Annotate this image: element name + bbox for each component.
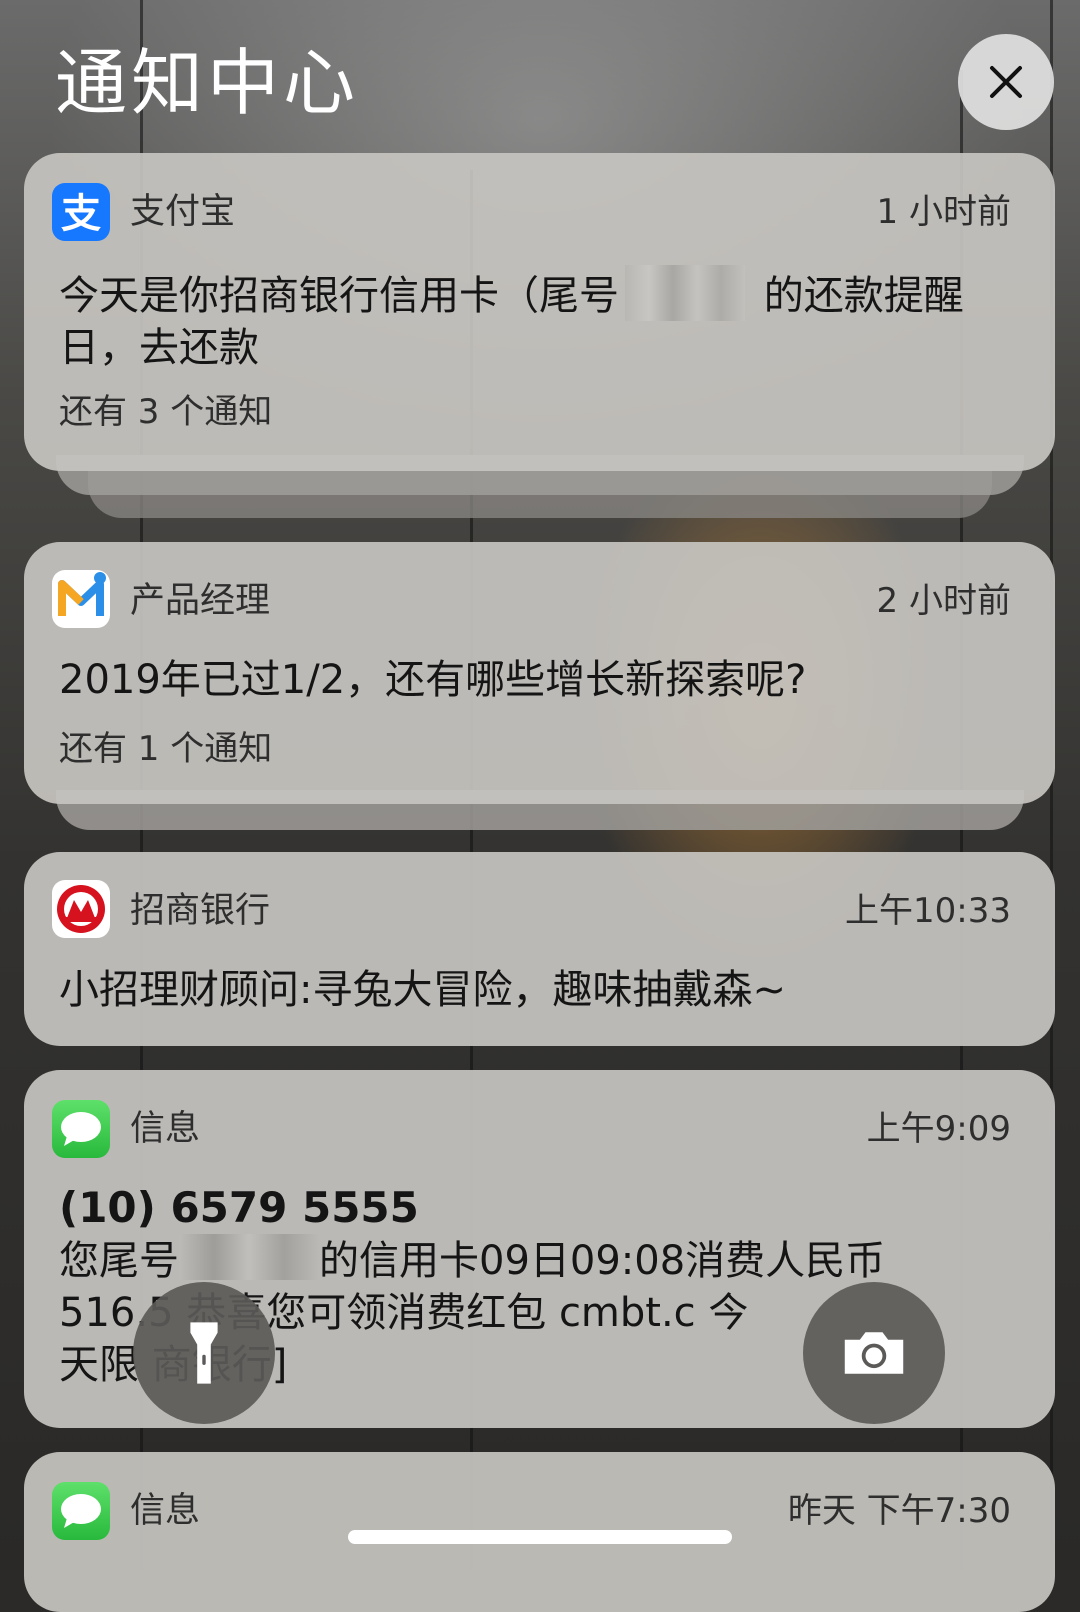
cmb-icon [52, 880, 110, 938]
timestamp: 1 小时前 [876, 192, 1011, 232]
timestamp: 上午9:09 [866, 1109, 1011, 1149]
notification-body: 今天是你招商银行信用卡（尾号 的还款提醒日，去还款 [59, 265, 1011, 374]
messages-icon [52, 1100, 110, 1158]
notification-body: 2019年已过1/2，还有哪些增长新探索呢? [59, 657, 807, 703]
camera-icon [844, 1332, 904, 1374]
svg-text:支: 支 [61, 191, 101, 237]
camera-button[interactable] [803, 1282, 945, 1424]
redacted-number [625, 265, 745, 321]
flashlight-icon [190, 1322, 218, 1384]
product-manager-icon [52, 570, 110, 628]
app-name: 支付宝 [130, 192, 236, 232]
redacted-number [179, 1234, 319, 1280]
home-indicator[interactable] [348, 1530, 732, 1544]
alipay-icon: 支 [52, 183, 110, 241]
messages-icon [52, 1482, 110, 1540]
notification-body: 小招理财顾问:寻兔大冒险，趣味抽戴森~ [59, 967, 786, 1013]
notification-cmb[interactable]: 招商银行 上午10:33 小招理财顾问:寻兔大冒险，趣味抽戴森~ [24, 852, 1055, 1046]
more-notifications[interactable]: 还有 1 个通知 [59, 726, 272, 772]
app-name: 信息 [130, 1491, 201, 1531]
flashlight-button[interactable] [133, 1282, 275, 1424]
app-name: 信息 [130, 1109, 201, 1149]
page-title: 通知中心 [55, 41, 360, 125]
more-notifications[interactable]: 还有 3 个通知 [59, 389, 272, 435]
timestamp: 上午10:33 [845, 891, 1011, 931]
close-button[interactable] [958, 34, 1054, 130]
notification-alipay[interactable]: 支 支付宝 1 小时前 今天是你招商银行信用卡（尾号 的还款提醒日，去还款 还有… [24, 153, 1055, 471]
close-icon [990, 66, 1022, 98]
app-name: 产品经理 [130, 581, 271, 621]
message-sender: (10) 6579 5555 [59, 1183, 419, 1232]
notification-product-manager[interactable]: 产品经理 2 小时前 2019年已过1/2，还有哪些增长新探索呢? 还有 1 个… [24, 542, 1055, 804]
timestamp: 2 小时前 [876, 581, 1011, 621]
app-name: 招商银行 [130, 891, 271, 931]
timestamp: 昨天 下午7:30 [787, 1491, 1011, 1531]
